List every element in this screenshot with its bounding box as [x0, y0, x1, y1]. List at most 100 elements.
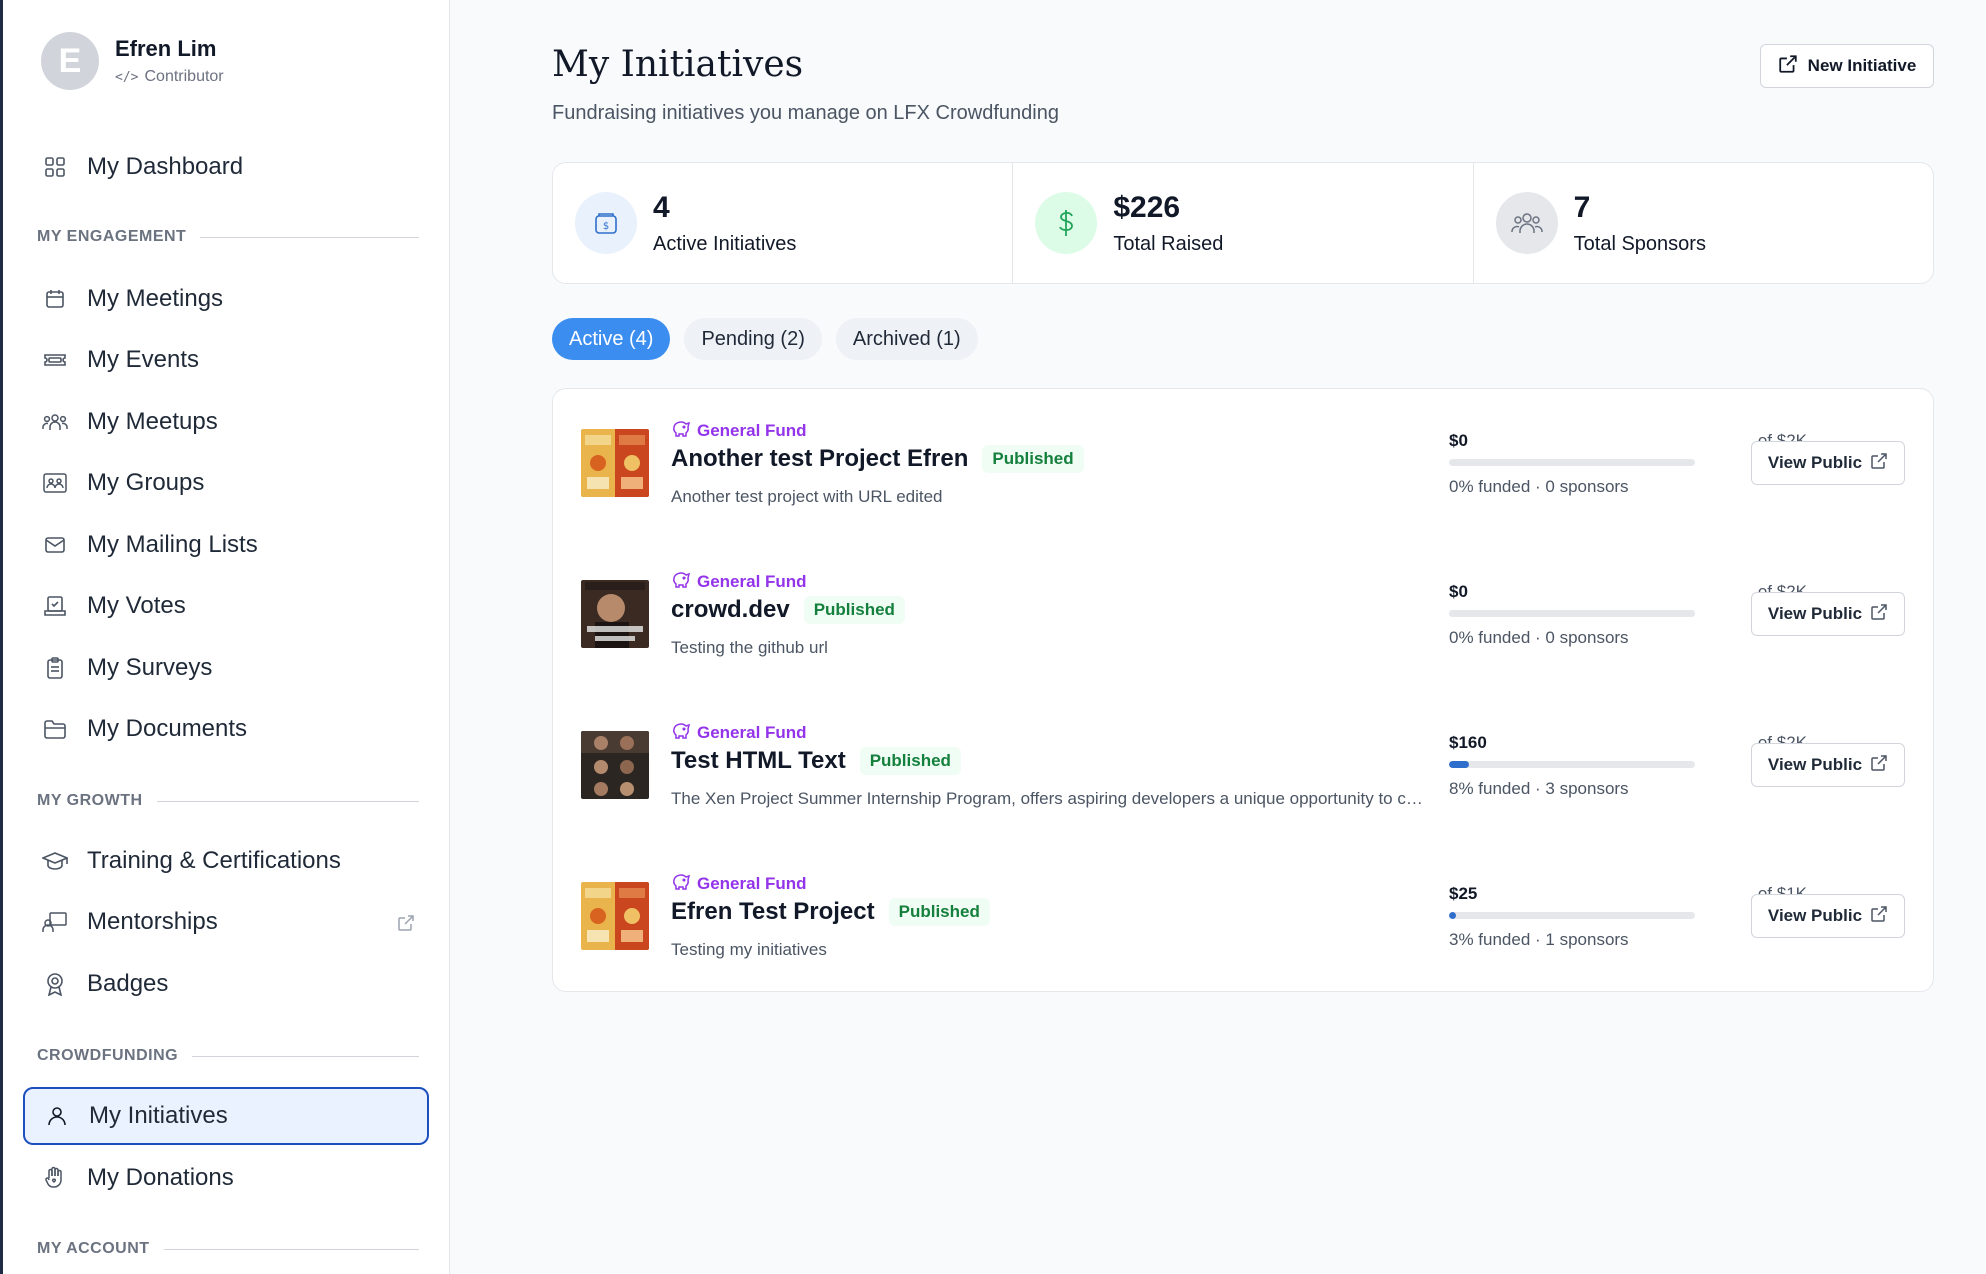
progress-fill [1449, 761, 1469, 768]
sidebar-item-label: My Mailing Lists [87, 531, 258, 558]
users-icon [1495, 192, 1558, 254]
initiative-thumbnail[interactable] [581, 429, 649, 497]
sidebar-item-meetings[interactable]: My Meetings [23, 270, 429, 328]
external-link-icon [1870, 603, 1888, 626]
sidebar-item-events[interactable]: My Events [23, 331, 429, 389]
section-my-account: MY ACCOUNT [37, 1240, 419, 1258]
sidebar-item-label: Training & Certifications [87, 847, 341, 874]
view-public-button[interactable]: View Public [1751, 592, 1905, 636]
group-card-icon [41, 469, 69, 497]
section-crowdfunding: CROWDFUNDING [37, 1047, 419, 1065]
view-public-label: View Public [1767, 906, 1863, 925]
progress-fill [1449, 912, 1457, 919]
funded-summary: 0% funded · 0 sponsors [1449, 477, 1629, 496]
tab-active[interactable]: Active (4) [552, 318, 671, 360]
funded-summary: 0% funded · 0 sponsors [1449, 628, 1629, 647]
sidebar-item-initiatives[interactable]: My Initiatives [23, 1087, 429, 1145]
initiative-description: Testing the github url [671, 638, 828, 657]
tab-archived[interactable]: Archived (1) [835, 318, 978, 360]
initiative-title[interactable]: Another test Project Efren [671, 445, 968, 473]
external-link-icon [1870, 452, 1888, 475]
sidebar-item-label: My Events [87, 346, 200, 373]
stat-value: 7 [1573, 190, 1591, 224]
stat-label: Active Initiatives [653, 232, 797, 255]
initiative-thumbnail[interactable] [581, 731, 649, 799]
user-profile[interactable]: E Efren Lim </> Contributor [41, 32, 224, 90]
sidebar-item-label: Mentorships [87, 908, 218, 935]
status-tabs: Active (4) Pending (2) Archived (1) [552, 318, 978, 360]
hand-heart-icon [41, 1164, 69, 1192]
initiative-description: Testing my initiatives [671, 940, 827, 959]
view-public-button[interactable]: View Public [1751, 441, 1905, 485]
sidebar: E Efren Lim </> Contributor My Dashboard… [0, 0, 450, 1274]
view-public-button[interactable]: View Public [1751, 894, 1905, 938]
section-my-engagement: MY ENGAGEMENT [37, 228, 419, 246]
initiative-thumbnail[interactable] [581, 882, 649, 950]
sidebar-item-groups[interactable]: My Groups [23, 454, 429, 512]
initiative-row: General Fund Efren Test Project Publishe… [553, 842, 1935, 982]
sidebar-item-label: My Dashboard [87, 153, 244, 180]
page-subtitle: Fundraising initiatives you manage on LF… [552, 102, 1059, 124]
sidebar-item-documents[interactable]: My Documents [23, 700, 429, 758]
new-initiative-label: New Initiative [1807, 56, 1917, 75]
stat-total-raised: $226 Total Raised [1013, 163, 1474, 283]
initiative-row: General Fund crowd.dev Published Testing… [553, 540, 1935, 680]
view-public-button[interactable]: View Public [1751, 743, 1905, 787]
status-badge: Published [859, 747, 961, 775]
sidebar-item-meetups[interactable]: My Meetups [23, 393, 429, 451]
user-icon [43, 1102, 71, 1130]
sidebar-item-surveys[interactable]: My Surveys [23, 639, 429, 697]
initiative-title[interactable]: Efren Test Project [671, 898, 875, 926]
raised-amount: $160 [1449, 733, 1487, 752]
piggy-bank-icon [671, 419, 691, 442]
stat-value: $226 [1113, 190, 1181, 224]
award-icon [41, 970, 69, 998]
sidebar-item-mailing-lists[interactable]: My Mailing Lists [23, 516, 429, 574]
sidebar-item-donations[interactable]: My Donations [23, 1149, 429, 1207]
svg-text:$: $ [603, 221, 609, 232]
progress-bar [1449, 459, 1695, 466]
tab-pending[interactable]: Pending (2) [684, 318, 822, 360]
funded-summary: 3% funded · 1 sponsors [1449, 930, 1629, 949]
sidebar-item-label: My Meetings [87, 285, 224, 312]
sidebar-item-label: My Votes [87, 592, 186, 619]
sidebar-item-mentorships[interactable]: Mentorships [23, 893, 429, 951]
stat-total-sponsors: 7 Total Sponsors [1474, 163, 1933, 283]
sidebar-item-label: My Groups [87, 469, 205, 496]
stat-active-initiatives: $ 4 Active Initiatives [553, 163, 1014, 283]
status-badge: Published [803, 596, 905, 624]
sidebar-item-dashboard[interactable]: My Dashboard [23, 138, 429, 196]
avatar: E [41, 32, 99, 90]
initiative-thumbnail[interactable] [581, 580, 649, 648]
fund-name: General Fund [697, 420, 807, 440]
initiative-row: General Fund Test HTML Text Published Th… [553, 691, 1935, 831]
sidebar-item-badges[interactable]: Badges [23, 955, 429, 1013]
piggy-bank-icon [671, 570, 691, 593]
grid-icon [41, 153, 69, 181]
sidebar-item-label: My Meetups [87, 408, 218, 435]
sidebar-item-votes[interactable]: My Votes [23, 577, 429, 635]
initiative-title[interactable]: crowd.dev [671, 596, 790, 624]
sidebar-item-training[interactable]: Training & Certifications [23, 832, 429, 890]
external-link-icon [1870, 754, 1888, 777]
status-badge: Published [982, 445, 1084, 473]
section-label: MY GROWTH [37, 792, 143, 809]
calendar-icon [41, 285, 69, 313]
initiative-title[interactable]: Test HTML Text [671, 747, 846, 775]
section-my-growth: MY GROWTH [37, 792, 419, 810]
new-initiative-button[interactable]: New Initiative [1760, 44, 1934, 88]
progress-bar [1449, 912, 1695, 919]
view-public-label: View Public [1767, 453, 1863, 472]
fund-name: General Fund [697, 722, 807, 742]
initiative-description: The Xen Project Summer Internship Progra… [671, 789, 1431, 808]
fund-label: General Fund [671, 721, 807, 744]
stat-label: Total Sponsors [1573, 232, 1706, 255]
funded-summary: 8% funded · 3 sponsors [1449, 779, 1629, 798]
dollar-icon [1035, 192, 1098, 254]
people-group-icon [41, 408, 69, 436]
mentor-board-icon [41, 908, 69, 936]
user-role: </> Contributor [115, 68, 224, 86]
external-link-icon [397, 911, 415, 939]
money-box-icon: $ [575, 192, 637, 254]
sidebar-item-label: My Donations [87, 1164, 234, 1191]
